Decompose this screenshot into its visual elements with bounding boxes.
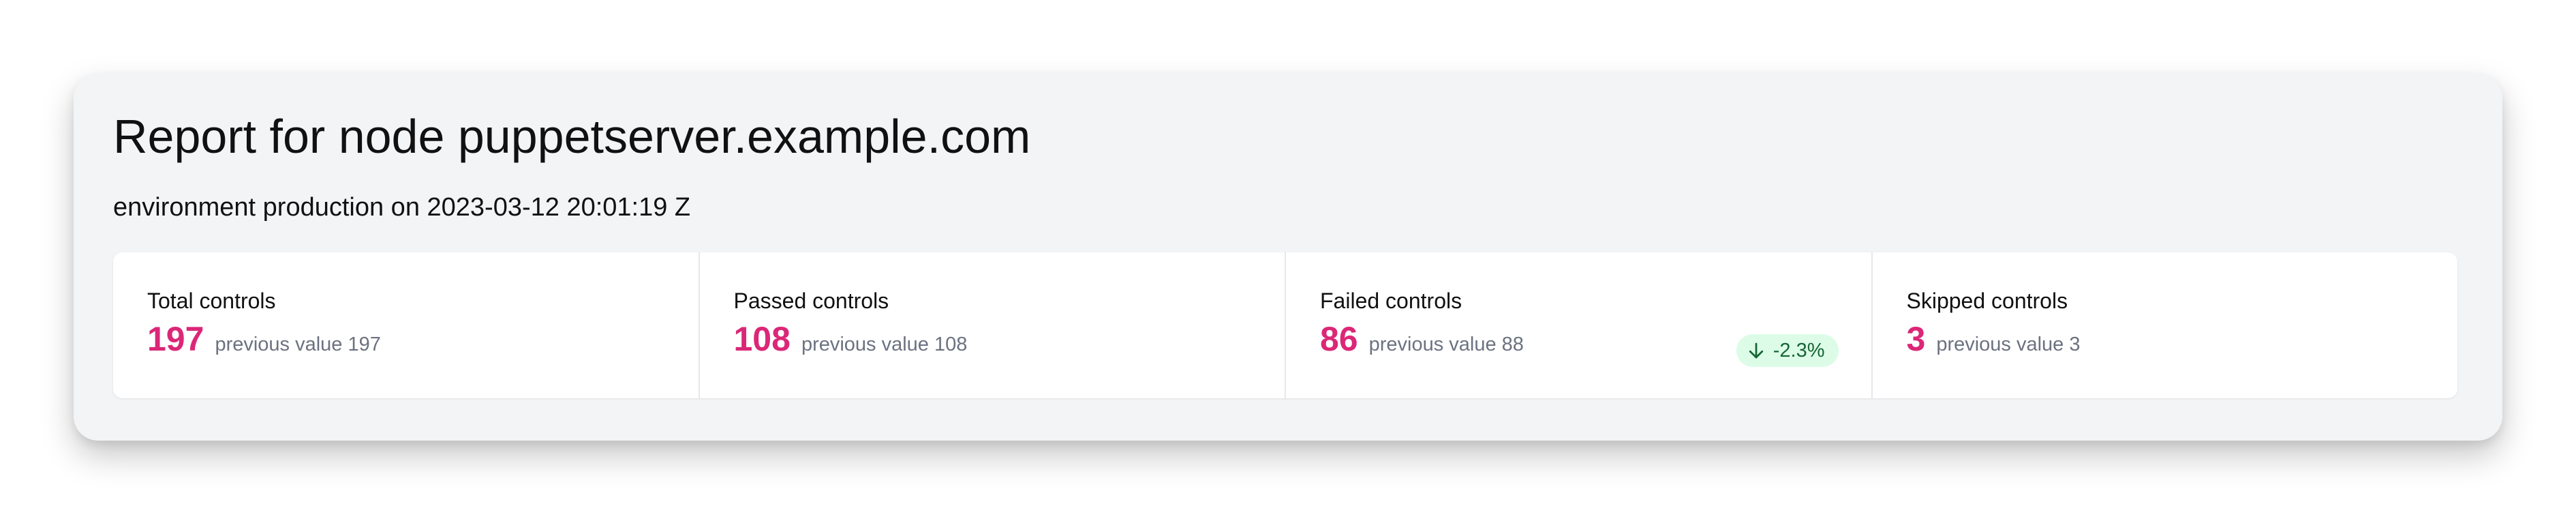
stat-label: Total controls	[147, 289, 276, 313]
change-badge: -2.3%	[1736, 334, 1839, 367]
arrow-down-icon	[1749, 342, 1763, 359]
stat-failed-controls: Failed controls 86 previous value 88 -2.…	[1285, 252, 1871, 398]
stat-previous-value: previous value 3	[1936, 334, 2081, 356]
stat-label: Passed controls	[733, 289, 889, 313]
stat-previous-value: previous value 197	[215, 334, 381, 356]
stat-label: Failed controls	[1320, 289, 1462, 313]
stat-value: 108	[733, 320, 791, 359]
stat-value-row: 108 previous value 108	[734, 321, 1285, 358]
change-percent: -2.3%	[1773, 339, 1825, 361]
stats-panel: Total controls 197 previous value 197 Pa…	[113, 252, 2457, 398]
stat-previous-value: previous value 88	[1368, 334, 1524, 356]
stat-skipped-controls: Skipped controls 3 previous value 3	[1871, 252, 2458, 398]
stat-value: 86	[1320, 320, 1358, 359]
report-subtitle: environment production on 2023-03-12 20:…	[113, 193, 691, 222]
stat-value-row: 3 previous value 3	[1907, 321, 2458, 358]
page-title: Report for node puppetserver.example.com	[113, 110, 1031, 163]
stat-total-controls: Total controls 197 previous value 197	[113, 252, 699, 398]
stat-value: 197	[147, 320, 204, 359]
stat-label: Skipped controls	[1906, 289, 2068, 313]
stat-value: 3	[1906, 320, 1926, 359]
stat-value-row: 197 previous value 197	[147, 321, 699, 358]
stat-passed-controls: Passed controls 108 previous value 108	[698, 252, 1285, 398]
report-card: Report for node puppetserver.example.com…	[74, 74, 2502, 441]
stat-previous-value: previous value 108	[801, 334, 968, 356]
